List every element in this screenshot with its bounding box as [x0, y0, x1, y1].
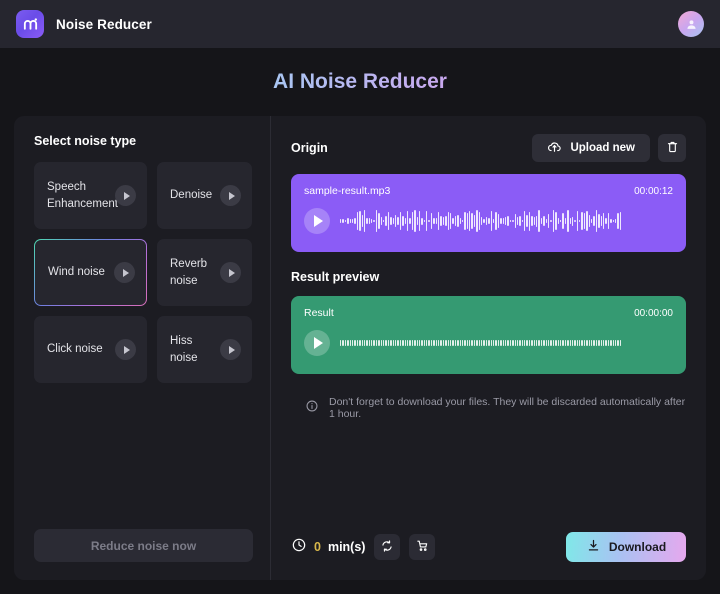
refresh-icon — [380, 539, 394, 556]
result-preview-label: Result preview — [291, 270, 380, 284]
noise-type-speech-enhancement[interactable]: Speech Enhancement — [34, 162, 147, 229]
trash-icon — [665, 139, 680, 157]
cloud-upload-icon — [547, 139, 562, 157]
origin-duration: 00:00:12 — [634, 185, 673, 197]
result-player-top: Result 00:00:00 — [304, 307, 673, 319]
play-icon[interactable] — [114, 262, 135, 283]
retention-notice: Don't forget to download your files. The… — [291, 396, 686, 420]
noise-type-label: Speech Enhancement — [47, 180, 118, 210]
reduce-noise-button[interactable]: Reduce noise now — [34, 529, 253, 562]
credits-value: 0 — [314, 540, 321, 554]
credits-indicator: 0 min(s) — [291, 537, 365, 558]
noise-type-wind-noise[interactable]: Wind noise — [34, 239, 147, 306]
download-label: Download — [608, 540, 667, 554]
origin-audio-player[interactable]: sample-result.mp3 00:00:12 — [291, 174, 686, 252]
download-button[interactable]: Download — [566, 532, 686, 562]
noise-type-label: Denoise — [170, 189, 213, 202]
clock-icon — [291, 537, 307, 558]
origin-label: Origin — [291, 141, 328, 155]
noise-type-label: Reverb noise — [170, 257, 208, 287]
brand-name: Noise Reducer — [56, 16, 152, 32]
result-waveform[interactable] — [340, 330, 673, 356]
main-card: Select noise type Speech Enhancement Den… — [14, 116, 706, 580]
m-logo-icon — [16, 10, 44, 38]
upload-new-button[interactable]: Upload new — [532, 134, 650, 162]
play-icon[interactable] — [115, 185, 136, 206]
result-duration: 00:00:00 — [634, 307, 673, 319]
result-track-name: Result — [304, 307, 334, 319]
retention-notice-text: Don't forget to download your files. The… — [329, 396, 686, 420]
select-noise-type-label: Select noise type — [34, 134, 137, 148]
audio-panel: Origin Upload new sample-result.mp3 00:0… — [271, 116, 706, 580]
play-icon[interactable] — [220, 262, 241, 283]
refresh-credits-button[interactable] — [374, 534, 401, 560]
origin-header-row: Origin Upload new — [291, 134, 686, 162]
page-title: AI Noise Reducer — [0, 70, 720, 94]
info-icon — [305, 399, 319, 418]
noise-type-label: Click noise — [47, 343, 103, 356]
cart-icon — [415, 538, 430, 556]
origin-player-top: sample-result.mp3 00:00:12 — [304, 185, 673, 197]
upload-new-label: Upload new — [570, 142, 635, 154]
play-icon[interactable] — [220, 185, 241, 206]
footer-left-group: 0 min(s) — [291, 534, 436, 560]
noise-type-label: Wind noise — [48, 266, 105, 279]
action-footer: 0 min(s) Download — [291, 532, 686, 562]
download-icon — [586, 538, 601, 556]
noise-type-denoise[interactable]: Denoise — [157, 162, 252, 229]
origin-waveform[interactable] — [340, 208, 673, 234]
user-avatar-icon[interactable] — [678, 11, 704, 37]
noise-type-label: Hiss noise — [170, 334, 198, 364]
origin-actions: Upload new — [532, 134, 686, 162]
noise-type-click-noise[interactable]: Click noise — [34, 316, 147, 383]
buy-credits-button[interactable] — [409, 534, 436, 560]
origin-player-body — [304, 208, 673, 234]
noise-type-grid: Speech Enhancement Denoise Wind noise Re… — [34, 162, 252, 383]
noise-type-reverb-noise[interactable]: Reverb noise — [157, 239, 252, 306]
result-play-icon[interactable] — [304, 330, 330, 356]
noise-type-panel: Select noise type Speech Enhancement Den… — [14, 116, 271, 580]
credits-unit: min(s) — [327, 540, 366, 554]
origin-play-icon[interactable] — [304, 208, 330, 234]
result-player-body — [304, 330, 673, 356]
play-icon[interactable] — [115, 339, 136, 360]
origin-file-name: sample-result.mp3 — [304, 185, 391, 197]
noise-type-hiss-noise[interactable]: Hiss noise — [157, 316, 252, 383]
result-audio-player[interactable]: Result 00:00:00 — [291, 296, 686, 374]
play-icon[interactable] — [220, 339, 241, 360]
delete-audio-button[interactable] — [658, 134, 686, 162]
app-header: Noise Reducer — [0, 0, 720, 48]
